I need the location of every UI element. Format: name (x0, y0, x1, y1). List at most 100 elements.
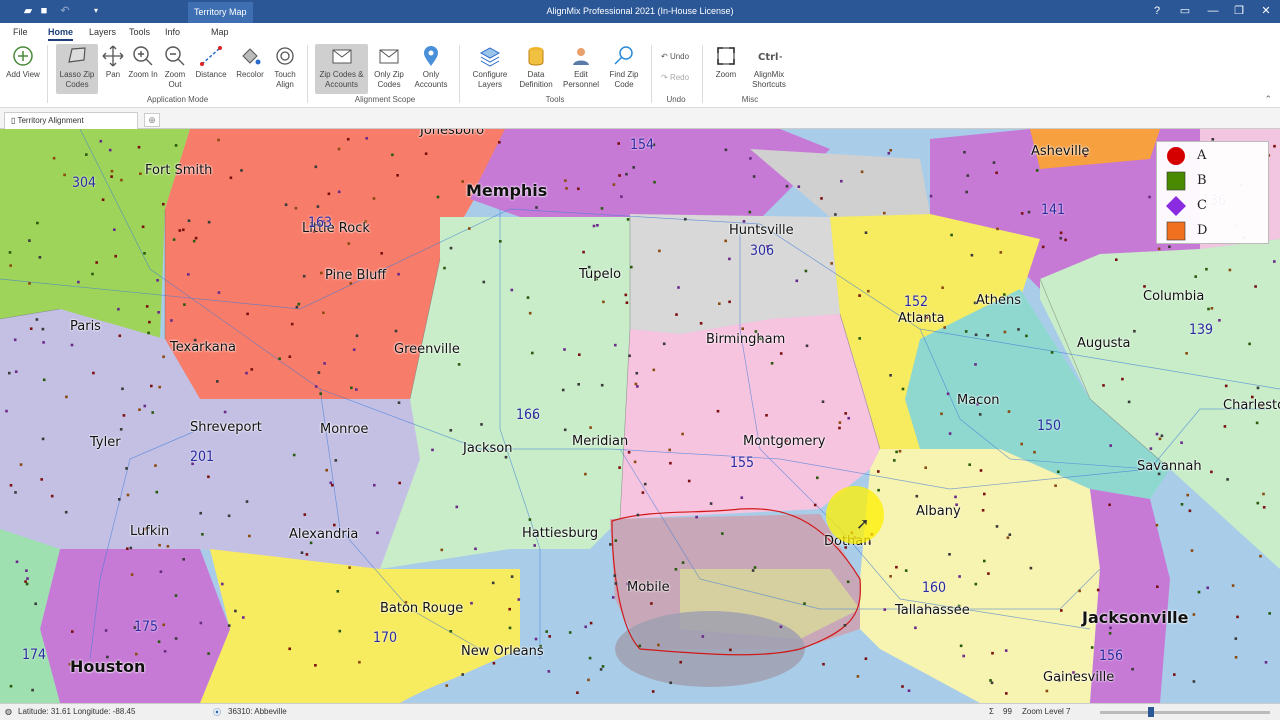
close-button[interactable]: ✕ (1252, 0, 1280, 23)
pan-button[interactable]: Pan (100, 44, 126, 80)
tab-territory-alignment[interactable]: ▯ Territory Alignment (4, 112, 138, 129)
menu-file[interactable]: File (13, 26, 28, 38)
distance-button[interactable]: Distance (194, 44, 228, 80)
account-marker (347, 242, 351, 245)
undo-button[interactable]: ↶ Undo (661, 52, 689, 61)
account-marker (183, 303, 186, 306)
account-marker (155, 490, 159, 494)
account-marker (954, 495, 957, 499)
lasso-zip-codes-button[interactable]: Lasso Zip Codes (56, 44, 98, 94)
account-marker (436, 195, 440, 199)
account-marker (242, 616, 245, 619)
menu-home[interactable]: Home (48, 26, 74, 41)
account-marker (34, 602, 37, 606)
account-marker (620, 195, 623, 198)
add-view-button[interactable]: Add View (6, 44, 40, 80)
open-folder-icon[interactable]: ▰ (21, 4, 35, 18)
account-marker (1133, 329, 1136, 333)
configure-layers-label: Configure Layers (472, 70, 508, 89)
pan-arrows-icon (102, 45, 124, 67)
menu-info[interactable]: Info (165, 26, 180, 38)
account-marker (114, 254, 117, 258)
account-marker (534, 637, 538, 641)
account-marker (9, 484, 13, 487)
zoom-slider[interactable] (1100, 711, 1270, 714)
customize-quick-access-icon[interactable]: ▾ (89, 4, 103, 18)
group-label-application-mode: Application Mode (146, 95, 209, 104)
redo-button[interactable]: ↷ Redo (661, 73, 689, 82)
account-marker (577, 383, 580, 386)
ribbon-display-button[interactable]: ▭ (1171, 0, 1199, 23)
territory-number: 306 (750, 243, 775, 259)
account-marker (182, 228, 185, 232)
configure-layers-button[interactable]: Configure Layers (470, 44, 510, 90)
find-zip-code-button[interactable]: Find Zip Code (605, 44, 643, 90)
account-marker (941, 286, 944, 289)
account-marker (1059, 236, 1062, 240)
account-marker (355, 334, 359, 338)
menu-tools[interactable]: Tools (129, 26, 150, 38)
account-marker (545, 630, 548, 633)
account-marker (948, 432, 952, 435)
title-bar: ▰ ■ ↶ ▾ Territory Map AlignMix Professio… (0, 0, 1280, 23)
account-marker (245, 371, 248, 375)
zip-codes-accounts-button[interactable]: Zip Codes & Accounts (315, 44, 368, 94)
account-marker (1188, 509, 1192, 513)
account-marker (77, 280, 80, 284)
account-marker (893, 459, 896, 462)
zoom-out-button[interactable]: Zoom Out (160, 44, 190, 90)
only-accounts-button[interactable]: Only Accounts (410, 44, 452, 90)
account-marker (1057, 470, 1060, 474)
restore-button[interactable]: ❐ (1225, 0, 1253, 23)
account-marker (246, 312, 249, 316)
menu-layers[interactable]: Layers (89, 26, 116, 38)
account-marker (145, 305, 149, 308)
only-zip-codes-button[interactable]: Only Zip Codes (370, 44, 408, 90)
account-marker (322, 311, 325, 315)
account-marker (860, 170, 864, 174)
minimize-button[interactable]: — (1199, 0, 1227, 23)
account-marker (337, 147, 341, 151)
account-marker (227, 514, 231, 518)
data-definition-label: Data Definition (519, 70, 553, 89)
account-marker (449, 630, 453, 633)
zoom-button[interactable]: Zoom (710, 44, 742, 80)
zoom-slider-thumb[interactable] (1148, 707, 1154, 717)
territory-map[interactable]: Jonesboro Fort Smith Memphis Little Rock… (0, 129, 1280, 703)
account-marker (992, 161, 996, 164)
account-marker (1035, 169, 1039, 172)
menu-map[interactable]: Map (211, 26, 229, 38)
account-marker (26, 577, 29, 580)
undo-quick-icon[interactable]: ↶ (58, 4, 72, 18)
account-marker (895, 450, 898, 454)
help-button[interactable]: ? (1143, 0, 1171, 23)
new-tab-icon[interactable]: ⊕ (144, 113, 160, 127)
account-marker (582, 250, 585, 254)
account-marker (510, 288, 514, 292)
account-marker (119, 428, 123, 431)
account-marker (1008, 533, 1012, 536)
shortcuts-button[interactable]: Ctrl+ AlignMix Shortcuts (748, 44, 790, 90)
save-icon[interactable]: ■ (37, 4, 51, 18)
account-marker (609, 543, 612, 546)
account-marker (1223, 425, 1227, 428)
edit-personnel-button[interactable]: Edit Personnel (561, 44, 601, 90)
distance-label: Distance (195, 70, 227, 79)
account-marker (461, 180, 464, 183)
account-marker (635, 371, 639, 375)
territory-number: 150 (1037, 418, 1062, 434)
city-label: Savannah (1137, 459, 1202, 474)
territory-number: 156 (1099, 648, 1124, 664)
recolor-button[interactable]: Recolor (234, 44, 266, 80)
touch-align-button[interactable]: Touch Align (270, 44, 300, 90)
menu-bar: File Home Layers Tools Info Map (0, 23, 1280, 41)
account-marker (596, 224, 599, 227)
account-marker (174, 637, 178, 640)
collapse-ribbon-icon[interactable]: ⌃ (1264, 94, 1272, 105)
document-tab[interactable]: Territory Map (188, 2, 253, 23)
account-marker (632, 166, 635, 169)
zip-accounts-label: Zip Codes & Accounts (319, 70, 364, 89)
zoom-in-button[interactable]: Zoom In (128, 44, 158, 80)
data-definition-button[interactable]: Data Definition (515, 44, 557, 90)
account-marker (840, 179, 843, 183)
